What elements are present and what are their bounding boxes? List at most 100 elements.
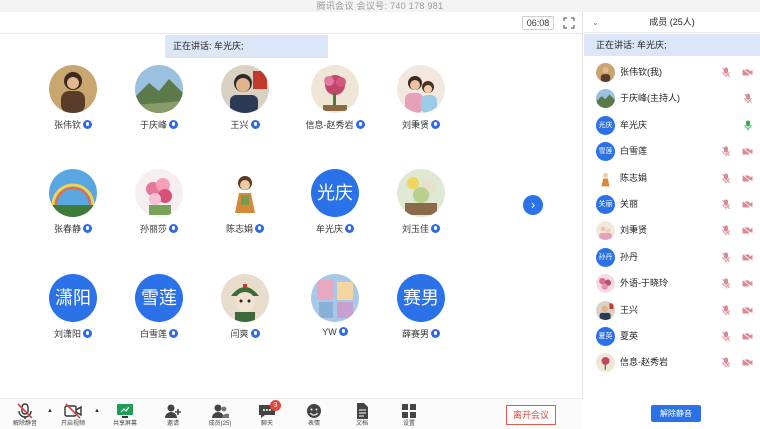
mic-muted-icon[interactable]: [722, 357, 730, 368]
avatar: 孙丹: [596, 247, 615, 267]
participant-tile[interactable]: 王兴: [200, 65, 290, 145]
participant-tile[interactable]: 刘玉佳: [376, 169, 466, 249]
mic-icon: [83, 224, 92, 233]
member-row[interactable]: 关丽 关丽: [584, 192, 760, 218]
camera-off-icon[interactable]: [742, 252, 753, 262]
mic-muted-icon[interactable]: [722, 146, 730, 157]
members-button[interactable]: 成员(25): [199, 402, 241, 429]
mic-icon: [431, 120, 440, 129]
camera-off-icon[interactable]: [742, 226, 753, 236]
avatar: [135, 169, 183, 217]
mic-icon: [431, 329, 440, 338]
member-row[interactable]: 雪莲 白雪莲: [584, 139, 760, 165]
unmute-all-panel-button[interactable]: 解除静音: [651, 405, 701, 422]
mic-active-icon[interactable]: [744, 120, 752, 131]
invite-button[interactable]: 邀请: [152, 402, 194, 429]
start-video-label: 开启视频: [60, 421, 85, 427]
mic-icon: [255, 224, 264, 233]
mic-muted-icon[interactable]: [722, 305, 730, 316]
mic-muted-icon[interactable]: [722, 331, 730, 342]
member-row[interactable]: 刘秉贤: [584, 218, 760, 244]
mic-muted-icon[interactable]: [722, 67, 730, 78]
mic-icon: [169, 120, 178, 129]
mic-muted-icon[interactable]: [744, 93, 752, 104]
participant-tile[interactable]: 潇阳 刘潇阳: [28, 274, 118, 354]
member-row[interactable]: 张伟钦(我): [584, 60, 760, 86]
participant-name: 张伟钦: [53, 120, 81, 130]
leave-meeting-button[interactable]: 离开会议: [506, 405, 556, 425]
member-row[interactable]: 信息-赵秀岩: [584, 350, 760, 376]
avatar: [596, 274, 615, 294]
docs-button[interactable]: 文档: [341, 402, 383, 429]
share-screen-button[interactable]: 共享屏幕: [104, 402, 146, 429]
participant-name-row: 刘潇阳: [28, 327, 118, 340]
member-row[interactable]: 夏英 夏英: [584, 324, 760, 350]
camera-off-icon[interactable]: [742, 332, 753, 341]
camera-off-icon[interactable]: [742, 305, 753, 315]
participant-tile[interactable]: 雪莲 白雪莲: [114, 274, 204, 354]
fullscreen-icon[interactable]: [563, 16, 575, 29]
member-name: 刘秉贤: [620, 225, 648, 236]
member-row[interactable]: 光庆 牟光庆: [584, 113, 760, 139]
avatar: 潇阳: [49, 274, 97, 322]
camera-off-icon[interactable]: [742, 147, 753, 156]
mic-muted-icon[interactable]: [722, 225, 730, 236]
video-options-chevron-icon[interactable]: ▲: [94, 408, 100, 414]
member-row[interactable]: 陈志娟: [584, 166, 760, 192]
member-row[interactable]: 孙丹 孙丹: [584, 245, 760, 271]
avatar: [596, 168, 615, 188]
participant-name: 刘潇阳: [53, 329, 81, 339]
camera-off-icon[interactable]: [742, 200, 753, 209]
participant-tile[interactable]: 于庆峰: [114, 65, 204, 145]
member-row[interactable]: 外语-于晓玲: [584, 271, 760, 297]
participant-tile[interactable]: 张伟钦: [28, 65, 118, 145]
participant-tile[interactable]: 光庆 牟光庆: [290, 169, 380, 249]
camera-off-icon[interactable]: [742, 68, 753, 77]
reactions-button[interactable]: 表情: [293, 402, 335, 429]
member-name: 王兴: [620, 304, 639, 315]
video-stage: 06:08 正在讲话: 牟光庆; 张伟钦 于庆峰 王兴 信息-赵秀岩 刘秉贤 张…: [0, 12, 583, 402]
member-row[interactable]: 于庆峰(主持人): [584, 86, 760, 112]
mic-icon: [83, 329, 92, 338]
participant-name-row: 王兴: [200, 118, 290, 131]
mic-muted-icon[interactable]: [722, 278, 730, 289]
add-user-icon: [165, 404, 181, 418]
unmute-all-button[interactable]: 解除静音: [4, 402, 46, 429]
members-icon: [212, 404, 229, 418]
participant-tile[interactable]: 张春静: [28, 169, 118, 249]
camera-off-icon[interactable]: [742, 173, 753, 183]
participant-tile[interactable]: 孙丽莎: [114, 169, 204, 249]
avatar: [221, 65, 269, 113]
mic-icon: [169, 329, 178, 338]
speaking-banner: 正在讲话: 牟光庆;: [165, 35, 328, 58]
participant-tile[interactable]: 刘秉贤: [376, 65, 466, 145]
window-title: 腾讯会议 会议号: 740 178 981: [0, 0, 760, 12]
avatar: [135, 65, 183, 113]
camera-off-icon[interactable]: [742, 358, 753, 368]
member-name: 陈志娟: [620, 172, 648, 183]
mic-muted-icon[interactable]: [722, 252, 730, 263]
avatar: 夏英: [596, 326, 615, 346]
chat-button[interactable]: 3 聊天: [246, 400, 288, 429]
participant-tile[interactable]: 闫爽: [200, 274, 290, 354]
avatar: [397, 169, 445, 217]
next-page-button[interactable]: ›: [523, 195, 543, 215]
unmute-all-label: 解除静音: [12, 421, 37, 427]
camera-off-icon[interactable]: [742, 279, 753, 288]
member-name: 于庆峰(主持人): [620, 93, 680, 104]
participant-name-row: 信息-赵秀岩: [290, 118, 380, 131]
participant-tile[interactable]: YW: [290, 274, 380, 354]
participant-name: 于庆峰: [139, 120, 167, 130]
collapse-chevron-icon[interactable]: ⌄: [592, 12, 599, 33]
avatar: 雪莲: [596, 142, 615, 162]
mic-muted-icon[interactable]: [722, 173, 730, 184]
participant-tile[interactable]: 陈志娟: [200, 169, 290, 249]
mic-muted-icon[interactable]: [722, 199, 730, 210]
speaking-indicator: 正在讲话: 牟光庆;: [584, 34, 760, 56]
participant-tile[interactable]: 信息-赵秀岩: [290, 65, 380, 145]
participant-name-row: 张伟钦: [28, 118, 118, 131]
settings-button[interactable]: 设置: [388, 402, 430, 429]
member-row[interactable]: 王兴: [584, 298, 760, 324]
participant-tile[interactable]: 赛男 薛赛男: [376, 274, 466, 354]
start-video-button[interactable]: 开启视频: [52, 402, 94, 429]
